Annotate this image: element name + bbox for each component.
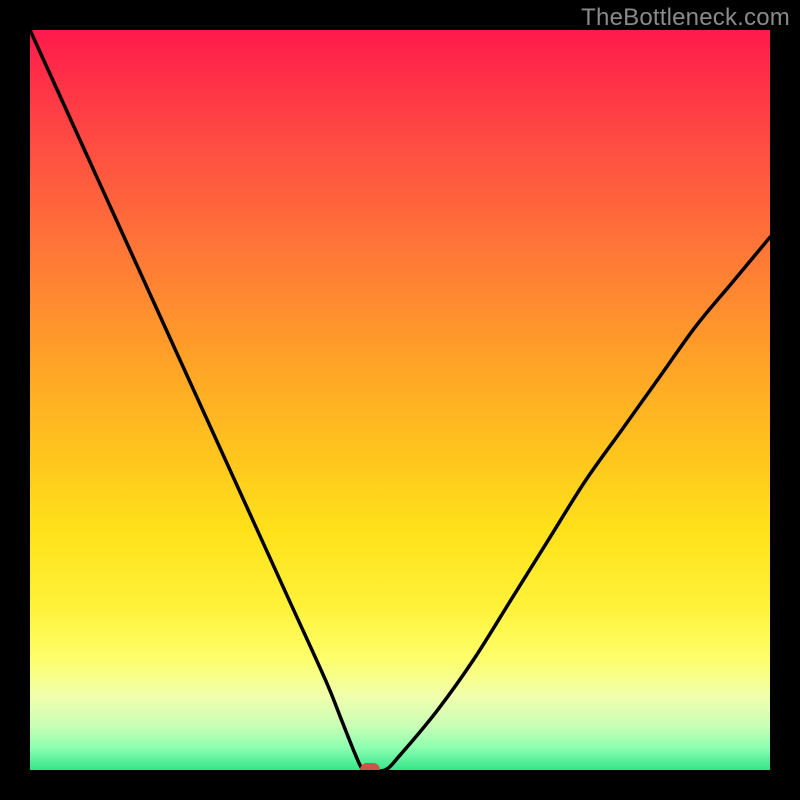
chart-frame: TheBottleneck.com (0, 0, 800, 800)
watermark-text: TheBottleneck.com (581, 4, 790, 32)
minimum-marker (360, 763, 380, 770)
plot-area (30, 30, 770, 770)
bottleneck-curve (30, 30, 770, 770)
